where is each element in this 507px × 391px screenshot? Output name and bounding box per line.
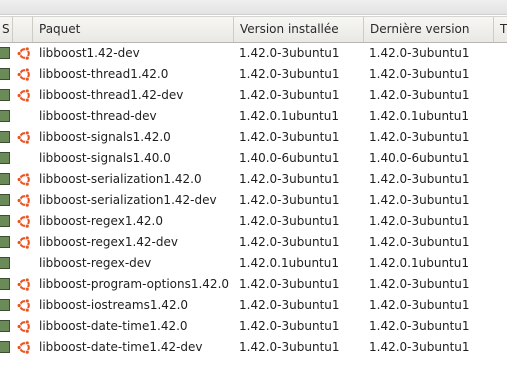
column-header-latest-version[interactable]: Dernière version (364, 17, 494, 42)
installed-version: 1.42.0-3ubuntu1 (239, 193, 340, 207)
table-row[interactable]: libboost-regex1.42-dev 1.42.0-3ubuntu1 1.4… (0, 232, 507, 253)
ubuntu-support-icon (17, 340, 30, 355)
latest-version: 1.42.0-3ubuntu1 (369, 88, 470, 102)
ubuntu-support-icon (17, 319, 30, 334)
installed-version: 1.42.0-3ubuntu1 (239, 340, 340, 354)
installed-version: 1.42.0-3ubuntu1 (239, 172, 340, 186)
package-name: libboost-iostreams1.42.0 (39, 298, 189, 312)
latest-version: 1.42.0-3ubuntu1 (369, 340, 470, 354)
column-header-package[interactable]: Paquet (33, 17, 234, 42)
installed-version: 1.42.0-3ubuntu1 (239, 46, 340, 60)
table-row[interactable]: libboost-date-time1.42.0 1.42.0-3ubuntu1 1… (0, 316, 507, 337)
package-manager-window: S Paquet Version installée Dernière vers… (0, 0, 507, 391)
installed-version: 1.42.0-3ubuntu1 (239, 67, 340, 81)
package-list: libboost1.42-dev 1.42.0-3ubuntu1 1.42.0-3u… (0, 43, 507, 358)
installed-version: 1.42.0.1ubuntu1 (239, 109, 339, 123)
package-name: libboost-serialization1.42.0 (39, 172, 202, 186)
install-status-checkbox[interactable] (0, 257, 10, 269)
install-status-checkbox[interactable] (0, 152, 10, 164)
ubuntu-support-icon (17, 130, 30, 145)
package-name: libboost-program-options1.42.0 (39, 277, 230, 291)
package-name: libboost-date-time1.42-dev (39, 340, 203, 354)
column-header-status[interactable]: S (0, 17, 13, 42)
column-header-installed-version[interactable]: Version installée (234, 17, 364, 42)
package-name: libboost-thread1.42-dev (39, 88, 184, 102)
latest-version: 1.42.0-3ubuntu1 (369, 319, 470, 333)
install-status-checkbox[interactable] (0, 194, 10, 206)
installed-version: 1.40.0-6ubuntu1 (239, 151, 340, 165)
installed-version: 1.42.0-3ubuntu1 (239, 277, 340, 291)
install-status-checkbox[interactable] (0, 215, 10, 227)
ubuntu-support-icon (17, 235, 30, 250)
install-status-checkbox[interactable] (0, 341, 10, 353)
latest-version: 1.42.0-3ubuntu1 (369, 193, 470, 207)
installed-version: 1.42.0-3ubuntu1 (239, 235, 340, 249)
package-name: libboost-thread1.42.0 (39, 67, 169, 81)
install-status-checkbox[interactable] (0, 68, 10, 80)
table-row[interactable]: libboost-serialization1.42.0 1.42.0-3ubun… (0, 169, 507, 190)
installed-version: 1.42.0-3ubuntu1 (239, 298, 340, 312)
ubuntu-support-icon (17, 277, 30, 292)
install-status-checkbox[interactable] (0, 299, 10, 311)
package-name: libboost-regex-dev (39, 256, 152, 270)
installed-version: 1.42.0-3ubuntu1 (239, 88, 340, 102)
latest-version: 1.40.0-6ubuntu1 (369, 151, 470, 165)
latest-version: 1.42.0-3ubuntu1 (369, 130, 470, 144)
latest-version: 1.42.0.1ubuntu1 (369, 109, 469, 123)
installed-version: 1.42.0-3ubuntu1 (239, 130, 340, 144)
installed-version: 1.42.0.1ubuntu1 (239, 256, 339, 270)
ubuntu-support-icon (17, 46, 30, 61)
install-status-checkbox[interactable] (0, 89, 10, 101)
latest-version: 1.42.0-3ubuntu1 (369, 172, 470, 186)
ubuntu-support-icon (17, 67, 30, 82)
table-row[interactable]: libboost-program-options1.42.0 1.42.0-3ub… (0, 274, 507, 295)
install-status-checkbox[interactable] (0, 278, 10, 290)
package-name: libboost-serialization1.42-dev (39, 193, 217, 207)
table-row[interactable]: libboost-regex1.42.0 1.42.0-3ubuntu1 1.42.… (0, 211, 507, 232)
table-row[interactable]: libboost-date-time1.42-dev 1.42.0-3ubuntu… (0, 337, 507, 358)
table-row[interactable]: libboost-signals1.40.0 1.40.0-6ubuntu1 1.4… (0, 148, 507, 169)
install-status-checkbox[interactable] (0, 236, 10, 248)
toolbar-strip (0, 0, 507, 15)
install-status-checkbox[interactable] (0, 47, 10, 59)
ubuntu-support-icon (17, 88, 30, 103)
latest-version: 1.42.0-3ubuntu1 (369, 235, 470, 249)
package-name: libboost-date-time1.42.0 (39, 319, 188, 333)
package-name: libboost-regex1.42-dev (39, 235, 178, 249)
column-header-type[interactable]: T (494, 17, 507, 42)
latest-version: 1.42.0-3ubuntu1 (369, 214, 470, 228)
package-name: libboost-signals1.42.0 (39, 130, 171, 144)
table-row[interactable]: libboost1.42-dev 1.42.0-3ubuntu1 1.42.0-3u… (0, 43, 507, 64)
installed-version: 1.42.0-3ubuntu1 (239, 214, 340, 228)
package-name: libboost-thread-dev (39, 109, 157, 123)
table-row[interactable]: libboost-iostreams1.42.0 1.42.0-3ubuntu1 1… (0, 295, 507, 316)
latest-version: 1.42.0-3ubuntu1 (369, 277, 470, 291)
install-status-checkbox[interactable] (0, 110, 10, 122)
ubuntu-support-icon (17, 193, 30, 208)
latest-version: 1.42.0-3ubuntu1 (369, 298, 470, 312)
install-status-checkbox[interactable] (0, 320, 10, 332)
install-status-checkbox[interactable] (0, 131, 10, 143)
table-row[interactable]: libboost-thread1.42-dev 1.42.0-3ubuntu1 1.… (0, 85, 507, 106)
latest-version: 1.42.0.1ubuntu1 (369, 256, 469, 270)
ubuntu-support-icon (17, 214, 30, 229)
package-list-header: S Paquet Version installée Dernière vers… (0, 16, 507, 43)
installed-version: 1.42.0-3ubuntu1 (239, 319, 340, 333)
latest-version: 1.42.0-3ubuntu1 (369, 46, 470, 60)
column-header-icon[interactable] (13, 17, 33, 42)
table-row[interactable]: libboost-thread1.42.0 1.42.0-3ubuntu1 1.42… (0, 64, 507, 85)
ubuntu-support-icon (17, 172, 30, 187)
ubuntu-support-icon (17, 298, 30, 313)
table-row[interactable]: libboost-regex-dev 1.42.0.1ubuntu1 1.42.0.… (0, 253, 507, 274)
table-row[interactable]: libboost-signals1.42.0 1.42.0-3ubuntu1 1.4… (0, 127, 507, 148)
table-row[interactable]: libboost-thread-dev 1.42.0.1ubuntu1 1.42.0… (0, 106, 507, 127)
table-row[interactable]: libboost-serialization1.42-dev 1.42.0-3ub… (0, 190, 507, 211)
latest-version: 1.42.0-3ubuntu1 (369, 67, 470, 81)
package-name: libboost1.42-dev (39, 46, 140, 60)
package-name: libboost-signals1.40.0 (39, 151, 171, 165)
install-status-checkbox[interactable] (0, 173, 10, 185)
package-name: libboost-regex1.42.0 (39, 214, 163, 228)
